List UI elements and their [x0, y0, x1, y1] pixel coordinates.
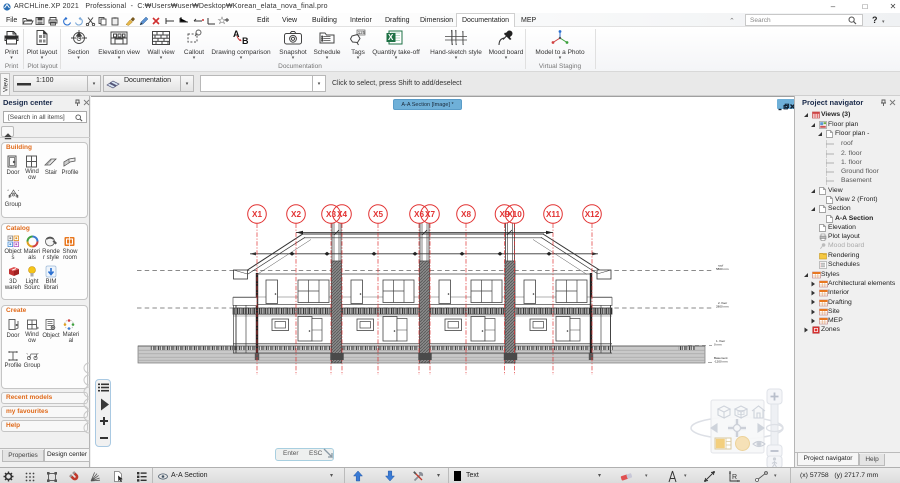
svg-text:X3: X3 [326, 210, 336, 219]
svg-text:X1: X1 [252, 210, 262, 219]
svg-text:X5: X5 [373, 210, 383, 219]
svg-text:X: X [388, 33, 394, 42]
svg-text:X11: X11 [546, 210, 561, 219]
svg-text:X6: X6 [414, 210, 424, 219]
svg-text:5800 mm: 5800 mm [716, 267, 729, 271]
svg-text:R: R [732, 474, 737, 481]
svg-text:X7: X7 [425, 210, 435, 219]
svg-text:125: 125 [358, 30, 366, 35]
svg-text:B: B [242, 36, 249, 46]
svg-text:A: A [233, 29, 240, 39]
svg-text:X8: X8 [461, 210, 471, 219]
svg-text:X2: X2 [291, 210, 301, 219]
svg-text:View: View [3, 78, 10, 92]
svg-text:X12: X12 [585, 210, 600, 219]
svg-text:X10: X10 [507, 210, 522, 219]
svg-text:X4: X4 [337, 210, 347, 219]
